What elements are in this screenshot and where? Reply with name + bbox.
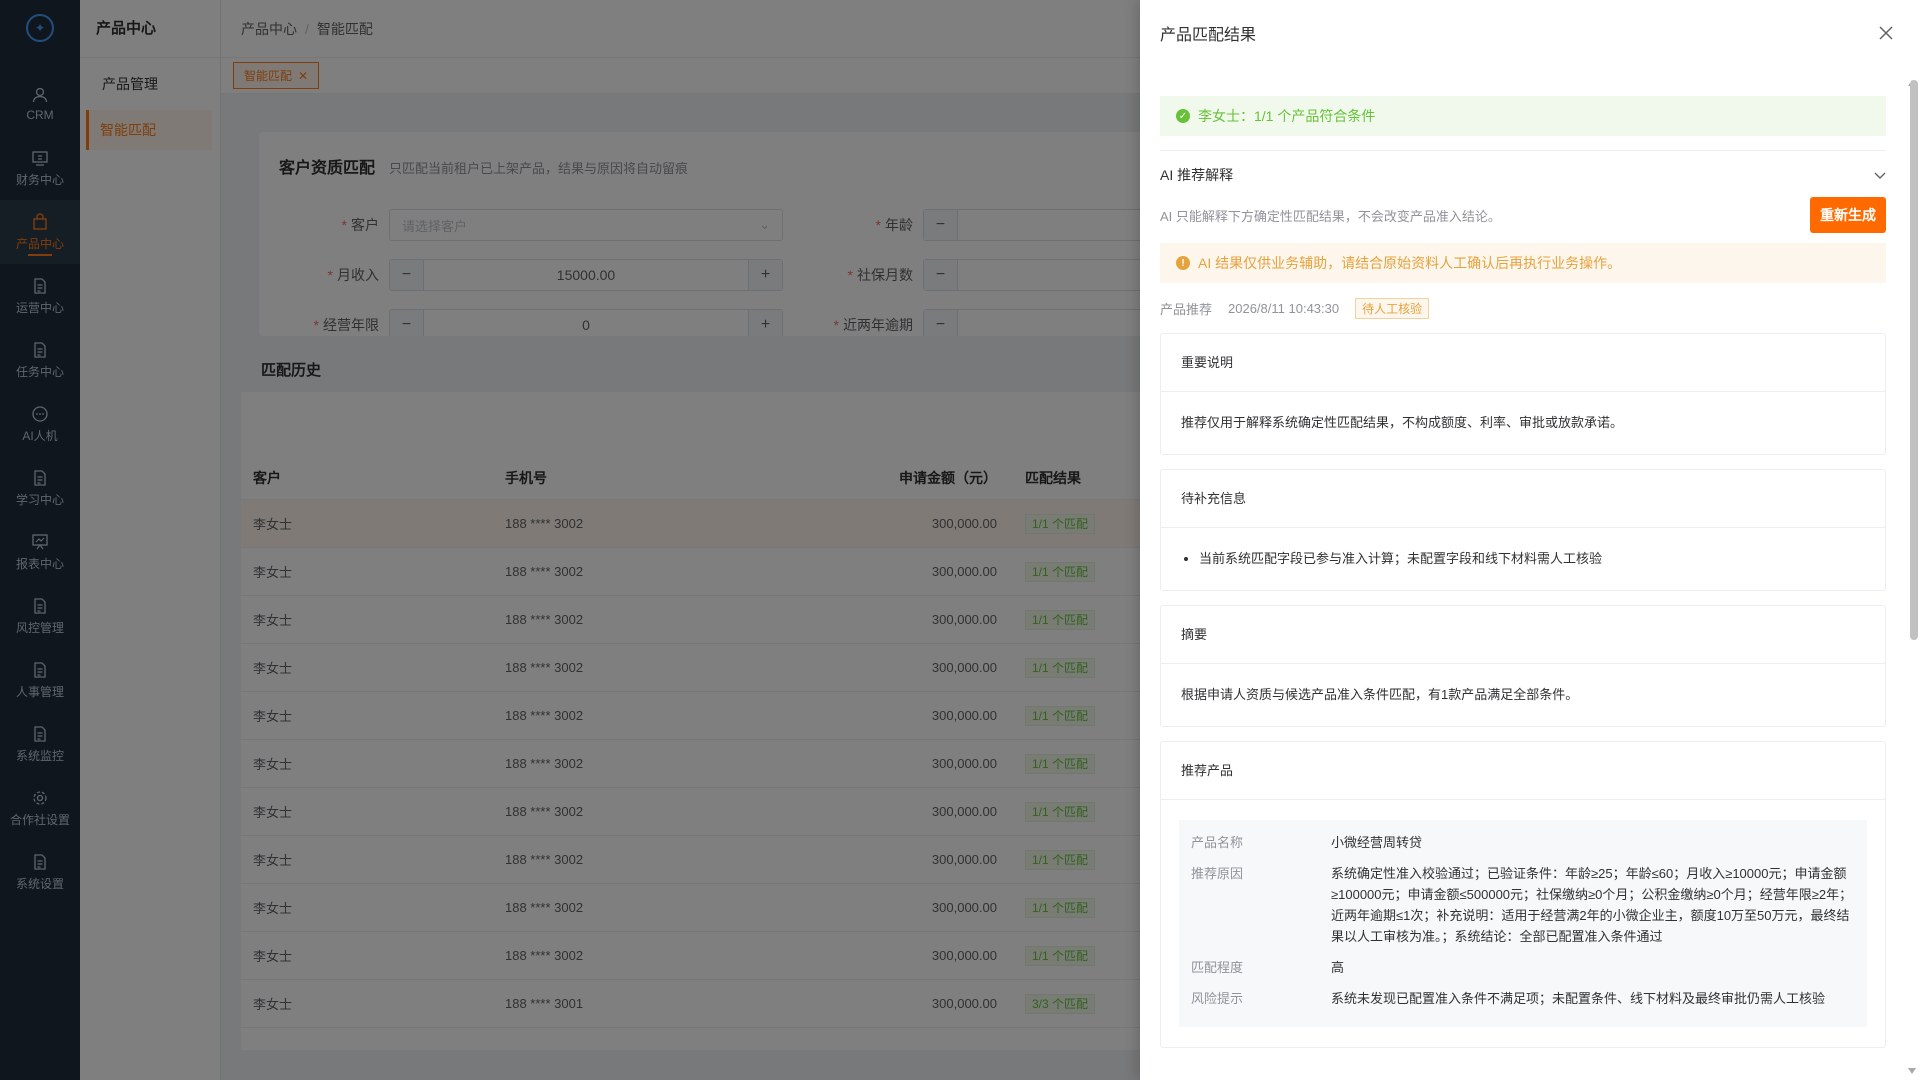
recommend-meta: 产品推荐 2026/8/11 10:43:30 待人工核验 [1160, 283, 1904, 333]
check-circle-icon: ✓ [1176, 109, 1190, 123]
list-item: 当前系统匹配字段已参与准入计算；未配置字段和线下材料需人工核验 [1199, 548, 1865, 570]
success-alert: ✓ 李女士：1/1 个产品符合条件 [1160, 96, 1886, 136]
regenerate-button[interactable]: 重新生成 [1810, 197, 1886, 233]
drawer-title: 产品匹配结果 [1160, 27, 1257, 44]
drawer-body: ✓ 李女士：1/1 个产品符合条件 AI 推荐解释 AI 只能解释下方确定性匹配… [1140, 66, 1904, 1080]
reason-label: 推荐原因 [1191, 866, 1244, 881]
meta-label: 产品推荐 [1160, 301, 1213, 317]
ai-description: AI 只能解释下方确定性匹配结果，不会改变产品准入结论。 [1160, 208, 1501, 224]
ai-section-title: AI 推荐解释 [1160, 167, 1234, 183]
pending-info-section: 待补充信息 当前系统匹配字段已参与准入计算；未配置字段和线下材料需人工核验 [1160, 469, 1886, 591]
product-name-label: 产品名称 [1191, 835, 1244, 850]
status-badge: 待人工核验 [1355, 297, 1430, 319]
section-title: 推荐产品 [1161, 742, 1885, 800]
product-detail: 产品名称 小微经营周转贷 推荐原因 系统确定性准入校验通过；已验证条件：年龄≥25；… [1179, 820, 1867, 1027]
close-icon[interactable] [1876, 23, 1896, 43]
scroll-down-icon[interactable] [1908, 1068, 1916, 1074]
section-title: 待补充信息 [1161, 470, 1885, 528]
warning-alert: ! AI 结果仅供业务辅助，请结合原始资料人工确认后再执行业务操作。 [1160, 243, 1886, 283]
chevron-down-icon[interactable] [1874, 167, 1886, 183]
section-body: 推荐仅用于解释系统确定性匹配结果，不构成额度、利率、审批或放款承诺。 [1181, 415, 1624, 430]
product-name: 小微经营周转贷 [1331, 835, 1423, 850]
warning-text: AI 结果仅供业务辅助，请结合原始资料人工确认后再执行业务操作。 [1198, 255, 1622, 271]
risk-label: 风险提示 [1191, 991, 1244, 1006]
important-section: 重要说明 推荐仅用于解释系统确定性匹配结果，不构成额度、利率、审批或放款承诺。 [1160, 333, 1886, 455]
scrollbar-thumb[interactable] [1910, 80, 1918, 640]
section-title: 摘要 [1161, 606, 1885, 664]
summary-section: 摘要 根据申请人资质与候选产品准入条件匹配，有1款产品满足全部条件。 [1160, 605, 1886, 727]
risk-text: 系统未发现已配置准入条件不满足项；未配置条件、线下材料及最终审批仍需人工核验 [1331, 991, 1826, 1006]
level-label: 匹配程度 [1191, 960, 1244, 975]
success-text: 李女士：1/1 个产品符合条件 [1198, 108, 1376, 124]
reason-text: 系统确定性准入校验通过；已验证条件：年龄≥25；年龄≤60；月收入≥10000元… [1331, 866, 1853, 944]
ai-section-header[interactable]: AI 推荐解释 [1160, 151, 1886, 199]
section-body: 根据申请人资质与候选产品准入条件匹配，有1款产品满足全部条件。 [1181, 687, 1579, 702]
match-level: 高 [1331, 960, 1345, 975]
scrollbar[interactable] [1910, 80, 1918, 1080]
section-title: 重要说明 [1161, 334, 1885, 392]
warning-icon: ! [1176, 256, 1190, 270]
recommend-section: 推荐产品 产品名称 小微经营周转贷 推荐原因 系统确定性准入校验通过；已验证条件：年… [1160, 741, 1886, 1048]
result-drawer: 产品匹配结果 ✓ 李女士：1/1 个产品符合条件 AI 推荐解释 AI 只能解释… [1140, 0, 1920, 1080]
meta-time: 2026/8/11 10:43:30 [1228, 300, 1340, 316]
